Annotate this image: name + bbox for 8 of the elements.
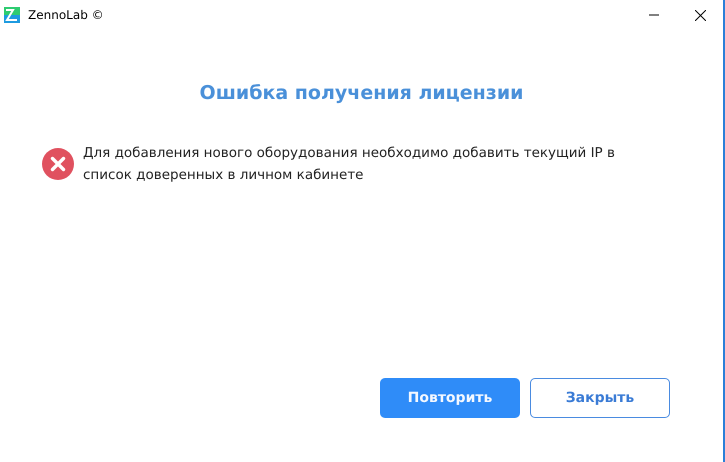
logo-icon [4, 7, 20, 23]
retry-button[interactable]: Повторить [380, 378, 520, 418]
window-title: ZennoLab © [28, 8, 105, 22]
close-dialog-button[interactable]: Закрыть [530, 378, 670, 418]
error-message: Для добавления нового оборудования необходимо добавить текущий IP в список доверенных в личном кабинете [83, 144, 616, 185]
error-icon [42, 148, 74, 180]
close-icon [694, 10, 706, 20]
dialog-heading: Ошибка получения лицензии [198, 82, 524, 104]
